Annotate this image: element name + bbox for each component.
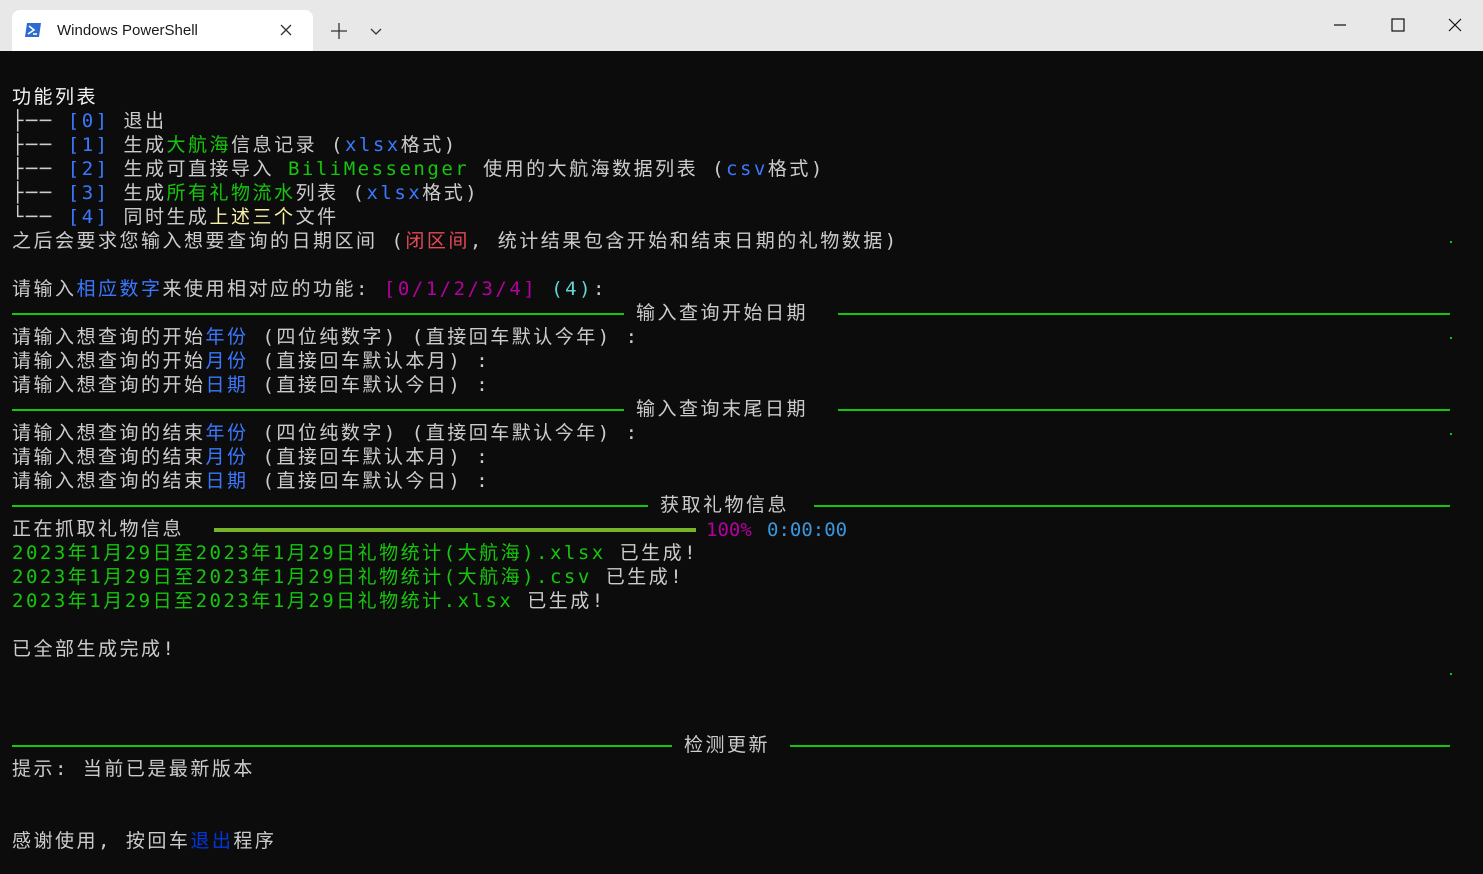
cursor-marker (1450, 433, 1452, 435)
update-tip: 提示: 当前已是最新版本 (12, 758, 255, 780)
fetch-header: 获取礼物信息 (660, 494, 790, 516)
update-header: 检测更新 (684, 734, 771, 756)
section-rule-right (814, 505, 1450, 507)
section-rule-left (12, 505, 648, 507)
end-day-prompt: 请输入想查询的结束日期 (直接回车默认今日) : (12, 470, 491, 492)
generated-file-2: 2023年1月29日至2023年1月29日礼物统计(大航海).csv 已生成! (12, 566, 685, 588)
end-year-prompt: 请输入想查询的结束年份 (四位纯数字) (直接回车默认今年) : (12, 422, 640, 444)
function-prompt: 请输入相应数字来使用相对应的功能: [0/1/2/3/4] (4): (12, 278, 607, 300)
powershell-icon (25, 23, 41, 37)
cursor-marker (1450, 337, 1452, 339)
menu-item-1: ├── [1] 生成大航海信息记录 (xlsx格式) (12, 134, 458, 156)
section-rule-left (12, 313, 624, 315)
menu-item-0: ├── [0] 退出 (12, 110, 167, 132)
menu-item-3: ├── [3] 生成所有礼物流水列表 (xlsx格式) (12, 182, 480, 204)
all-done-message: 已全部生成完成! (12, 638, 177, 660)
progress-label: 正在抓取礼物信息 (12, 518, 185, 540)
start-month-prompt: 请输入想查询的开始月份 (直接回车默认本月) : (12, 350, 491, 372)
close-icon[interactable] (276, 20, 296, 40)
section-rule-left (12, 745, 672, 747)
menu-item-4: └── [4] 同时生成上述三个文件 (12, 206, 339, 228)
close-window-icon[interactable] (1440, 10, 1470, 40)
title-bar: Windows PowerShell (0, 0, 1483, 51)
start-day-prompt: 请输入想查询的开始日期 (直接回车默认今日) : (12, 374, 491, 396)
tab-windows-powershell[interactable]: Windows PowerShell (12, 10, 313, 51)
section-rule-right (838, 409, 1450, 411)
section-rule-left (12, 409, 624, 411)
chevron-down-icon[interactable] (363, 18, 389, 44)
section-rule-right (838, 313, 1450, 315)
exit-prompt: 感谢使用, 按回车退出程序 (12, 830, 277, 852)
cursor-marker (1450, 673, 1452, 675)
tab-title: Windows PowerShell (57, 22, 198, 39)
generated-file-3: 2023年1月29日至2023年1月29日礼物统计.xlsx 已生成! (12, 590, 606, 612)
elapsed-time: 0:00:00 (767, 519, 848, 541)
start-year-prompt: 请输入想查询的开始年份 (四位纯数字) (直接回车默认今年) : (12, 326, 640, 348)
end-date-header: 输入查询末尾日期 (636, 398, 809, 420)
menu-item-2: ├── [2] 生成可直接导入 BiliMessenger 使用的大航海数据列表… (12, 158, 825, 180)
new-tab-plus-icon[interactable] (326, 18, 352, 44)
menu-title: 功能列表 (12, 86, 99, 108)
terminal-output[interactable]: 功能列表 ├── [0] 退出 ├── [1] 生成大航海信息记录 (xlsx格… (0, 51, 1483, 874)
start-date-header: 输入查询开始日期 (636, 302, 809, 324)
end-month-prompt: 请输入想查询的结束月份 (直接回车默认本月) : (12, 446, 491, 468)
maximize-icon[interactable] (1383, 10, 1413, 40)
cursor-marker (1450, 241, 1452, 243)
progress-percent: 100% (706, 519, 752, 541)
progress-bar (214, 528, 696, 532)
generated-file-1: 2023年1月29日至2023年1月29日礼物统计(大航海).xlsx 已生成! (12, 542, 699, 564)
minimize-icon[interactable] (1325, 10, 1355, 40)
date-range-note: 之后会要求您输入想要查询的日期区间 (闭区间, 统计结果包含开始和结束日期的礼物… (12, 230, 899, 252)
section-rule-right (790, 745, 1450, 747)
